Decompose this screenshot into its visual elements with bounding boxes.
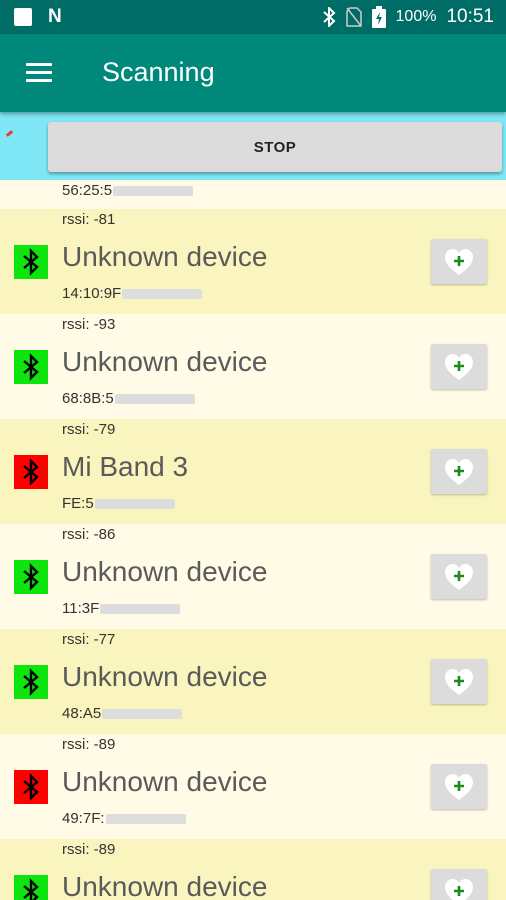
- bluetooth-icon: [14, 665, 48, 699]
- list-item[interactable]: rssi: -79 Mi Band 3 FE:5: [0, 419, 506, 524]
- bluetooth-icon: [14, 455, 48, 489]
- device-address: FE:5: [62, 495, 175, 512]
- stop-button[interactable]: STOP: [48, 122, 502, 172]
- rssi-value: rssi: -89: [62, 736, 116, 753]
- no-sim-icon: [345, 7, 362, 27]
- heart-add-icon: [445, 774, 473, 800]
- device-address: 11:3F: [62, 600, 181, 617]
- battery-percent: 100%: [395, 8, 437, 25]
- redacted-address: [113, 186, 194, 197]
- device-name: Unknown device: [62, 871, 268, 900]
- rssi-value: rssi: -89: [62, 841, 116, 858]
- redacted-address: [122, 289, 203, 300]
- device-list: 56:25:5 rssi: -81 Unknown device 14:10:9F r…: [0, 180, 506, 900]
- heart-add-icon: [445, 669, 473, 695]
- redacted-address: [105, 814, 186, 825]
- device-address: 14:10:9F: [62, 285, 203, 302]
- device-name: Mi Band 3: [62, 451, 189, 482]
- add-favorite-button[interactable]: [431, 554, 487, 599]
- scan-bar: STOP: [0, 112, 506, 180]
- bluetooth-icon: [14, 560, 48, 594]
- redacted-address: [102, 709, 183, 720]
- device-address: 49:7F:: [62, 810, 186, 827]
- list-item[interactable]: rssi: -77 Unknown device 48:A5: [0, 629, 506, 734]
- clock: 10:51: [446, 6, 494, 27]
- square-notification-icon: [14, 8, 32, 26]
- nfc-icon: N: [48, 6, 62, 27]
- heart-add-icon: [445, 879, 473, 900]
- rssi-value: rssi: -79: [62, 421, 116, 438]
- scan-progress-indicator: [5, 130, 14, 137]
- page-title: Scanning: [102, 57, 215, 87]
- device-address: 68:8B:5: [62, 390, 195, 407]
- list-item[interactable]: rssi: -89 Unknown device: [0, 839, 506, 900]
- add-favorite-button[interactable]: [431, 239, 487, 284]
- add-favorite-button[interactable]: [431, 869, 487, 900]
- redacted-address: [100, 604, 181, 615]
- heart-add-icon: [445, 459, 473, 485]
- list-item[interactable]: rssi: -81 Unknown device 14:10:9F: [0, 209, 506, 314]
- add-favorite-button[interactable]: [431, 659, 487, 704]
- device-name: Unknown device: [62, 661, 268, 692]
- heart-add-icon: [445, 564, 473, 590]
- device-address: 48:A5: [62, 705, 183, 722]
- heart-add-icon: [445, 354, 473, 380]
- hamburger-menu-icon[interactable]: [26, 63, 52, 83]
- add-favorite-button[interactable]: [431, 764, 487, 809]
- app-toolbar: Scanning: [0, 34, 506, 112]
- battery-icon: [371, 6, 386, 28]
- list-item-partial[interactable]: 56:25:5: [0, 180, 506, 209]
- device-address: 56:25:5: [62, 182, 194, 199]
- add-favorite-button[interactable]: [431, 344, 487, 389]
- add-favorite-button[interactable]: [431, 449, 487, 494]
- device-name: Unknown device: [62, 766, 268, 797]
- device-name: Unknown device: [62, 346, 268, 377]
- rssi-value: rssi: -77: [62, 631, 116, 648]
- redacted-address: [94, 499, 175, 510]
- bluetooth-icon: [322, 7, 335, 27]
- list-item[interactable]: rssi: -89 Unknown device 49:7F:: [0, 734, 506, 839]
- status-bar: N 100% 10:51: [0, 0, 506, 34]
- bluetooth-icon: [14, 770, 48, 804]
- heart-add-icon: [445, 249, 473, 275]
- device-name: Unknown device: [62, 556, 268, 587]
- list-item[interactable]: rssi: -93 Unknown device 68:8B:5: [0, 314, 506, 419]
- bluetooth-icon: [14, 350, 48, 384]
- rssi-value: rssi: -81: [62, 211, 116, 228]
- redacted-address: [114, 394, 195, 405]
- list-item[interactable]: rssi: -86 Unknown device 11:3F: [0, 524, 506, 629]
- rssi-value: rssi: -93: [62, 316, 116, 333]
- bluetooth-icon: [14, 245, 48, 279]
- bluetooth-icon: [14, 875, 48, 900]
- device-name: Unknown device: [62, 241, 268, 272]
- rssi-value: rssi: -86: [62, 526, 116, 543]
